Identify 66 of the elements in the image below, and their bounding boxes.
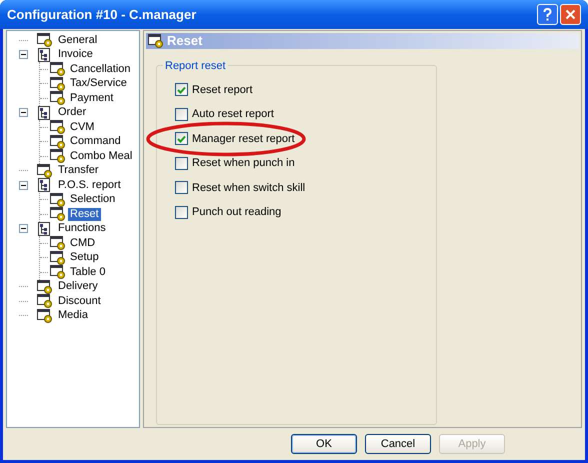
tree-item[interactable]: Command	[68, 135, 123, 148]
window-gear-icon	[37, 33, 53, 48]
panel-title: Reset	[167, 34, 202, 48]
tree-window-icon	[37, 178, 53, 192]
check-icon	[177, 86, 186, 94]
checkbox[interactable]	[175, 156, 188, 170]
window-gear-icon	[50, 207, 66, 222]
window-gear-icon	[37, 280, 53, 294]
tree-item[interactable]: Selection	[68, 193, 118, 206]
window-gear-icon	[50, 91, 66, 106]
window-gear-icon	[37, 164, 53, 178]
tree-item[interactable]: Order	[56, 106, 88, 120]
window-gear-icon	[148, 34, 164, 48]
checkbox[interactable]	[175, 181, 188, 194]
tree-item[interactable]: Setup	[68, 251, 101, 264]
tree-window-icon	[37, 106, 53, 120]
expander-toggle[interactable]	[19, 180, 28, 190]
tree-item[interactable]: P.O.S. report	[56, 178, 123, 192]
checkbox-label[interactable]: Reset report	[192, 82, 253, 98]
dialog-button[interactable]: Cancel	[365, 434, 431, 454]
tree-item[interactable]: Table 0	[68, 266, 108, 279]
tree-item[interactable]: Delivery	[56, 280, 100, 294]
tree-window-icon	[37, 48, 53, 62]
window-gear-icon	[50, 76, 66, 91]
window-gear-icon	[50, 134, 66, 149]
tree-window-icon	[37, 222, 53, 236]
tree-item[interactable]: Tax/Service	[68, 77, 129, 90]
tree-item[interactable]: Invoice	[56, 48, 95, 62]
close-icon	[565, 9, 576, 20]
window-title: Configuration #10 - C.manager	[7, 6, 198, 24]
window-gear-icon	[50, 62, 66, 76]
checkbox[interactable]	[175, 108, 188, 121]
tree-item[interactable]: CVM	[68, 120, 96, 134]
checkbox-label[interactable]: Punch out reading	[192, 204, 282, 221]
check-icon	[177, 134, 186, 143]
window-gear-icon	[50, 149, 66, 164]
expander-toggle[interactable]	[19, 108, 28, 118]
checkbox-label[interactable]: Auto reset report	[192, 106, 274, 123]
window-gear-icon	[50, 250, 66, 265]
question-mark-icon	[543, 8, 552, 21]
tree-item[interactable]: Combo Meal	[68, 150, 134, 163]
expander-toggle[interactable]	[19, 50, 28, 60]
checkbox[interactable]	[175, 132, 188, 146]
close-button[interactable]	[560, 4, 581, 25]
checkbox[interactable]	[175, 83, 188, 96]
help-button[interactable]	[537, 4, 558, 25]
window-gear-icon	[50, 236, 66, 250]
window-gear-icon	[50, 120, 66, 134]
tree-item[interactable]: Media	[56, 309, 90, 322]
tree-item[interactable]: General	[56, 34, 100, 47]
checkbox[interactable]	[175, 206, 188, 219]
window-gear-icon	[50, 265, 66, 280]
dialog-button[interactable]: OK	[291, 434, 357, 454]
expander-toggle[interactable]	[19, 224, 28, 234]
checkbox-label[interactable]: Reset when switch skill	[192, 180, 306, 196]
window-gear-icon	[50, 192, 66, 207]
tree-item[interactable]: CMD	[68, 236, 98, 250]
tree-item[interactable]: Transfer	[56, 164, 101, 178]
window-gear-icon	[37, 294, 53, 308]
tree-item[interactable]: Functions	[56, 222, 108, 236]
tree-item[interactable]: Reset	[68, 208, 101, 221]
window-gear-icon	[37, 308, 53, 323]
tree-item[interactable]: Discount	[56, 294, 103, 308]
tree-item[interactable]: Cancellation	[68, 62, 133, 76]
tree-item[interactable]: Payment	[68, 92, 116, 105]
checkbox-label[interactable]: Reset when punch in	[192, 155, 295, 172]
